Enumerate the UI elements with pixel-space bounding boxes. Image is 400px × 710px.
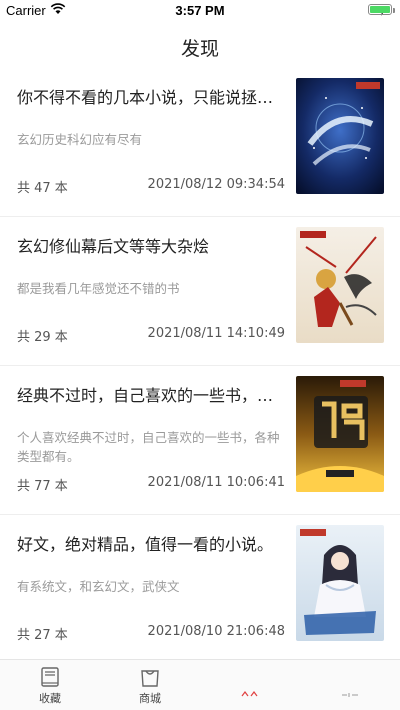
item-date: 2021/08/10 21:06:48 <box>147 624 285 639</box>
item-title: 你不得不看的几本小说，只能说拯救… <box>17 88 287 107</box>
item-description: 玄幻历史科幻应有尽有 <box>17 132 143 147</box>
item-description: 都是我看几年感觉还不错的书 <box>17 281 180 296</box>
item-title: 经典不过时，自己喜欢的一些书，各… <box>17 386 287 405</box>
item-date: 2021/08/11 14:10:49 <box>147 326 285 341</box>
collection-list: 你不得不看的几本小说，只能说拯救… 玄幻历史科幻应有尽有 共 47 本 2021… <box>0 68 400 664</box>
list-item[interactable]: 你不得不看的几本小说，只能说拯救… 玄幻历史科幻应有尽有 共 47 本 2021… <box>0 68 400 217</box>
tab-label: 收藏 <box>39 692 61 705</box>
list-item[interactable]: 玄幻修仙幕后文等等大杂烩 都是我看几年感觉还不错的书 共 29 本 2021/0… <box>0 217 400 366</box>
item-description: 有系统文，和玄幻文，武侠文 <box>17 579 180 594</box>
item-count: 共 29 本 <box>17 330 68 345</box>
item-title: 好文，绝对精品，值得一看的小说。 <box>17 535 274 554</box>
tab-label: 商城 <box>139 692 161 705</box>
item-count: 共 47 本 <box>17 181 68 196</box>
tab-label-faint <box>315 690 385 698</box>
tab-discover[interactable] <box>215 666 285 700</box>
clock: 3:57 PM <box>175 3 225 18</box>
page-title: 发现 <box>180 38 219 60</box>
tab-profile[interactable] <box>315 666 385 700</box>
battery-icon <box>368 4 392 15</box>
profile-icon <box>315 666 385 688</box>
item-date: 2021/08/12 09:34:54 <box>147 177 285 192</box>
list-item[interactable]: 好文，绝对精品，值得一看的小说。 有系统文，和玄幻文，武侠文 共 27 本 20… <box>0 515 400 664</box>
item-count: 共 27 本 <box>17 628 68 643</box>
tab-bar: 收藏 商城 <box>0 659 400 710</box>
battery-tip <box>393 8 395 13</box>
book-cover-image <box>296 525 384 641</box>
tab-favorites[interactable]: 收藏 <box>15 666 85 706</box>
item-title: 玄幻修仙幕后文等等大杂烩 <box>17 237 210 256</box>
book-icon <box>15 666 85 688</box>
discover-icon <box>215 666 285 688</box>
item-date: 2021/08/11 10:06:41 <box>147 475 285 490</box>
tab-label-faint <box>215 690 285 698</box>
tab-store[interactable]: 商城 <box>115 666 185 706</box>
list-item[interactable]: 经典不过时，自己喜欢的一些书，各… 个人喜欢经典不过时，自己喜欢的一些书，各种类… <box>0 366 400 515</box>
book-cover-image <box>296 227 384 343</box>
book-cover-image <box>296 376 384 492</box>
item-count: 共 77 本 <box>17 479 68 494</box>
book-cover-image <box>296 78 384 194</box>
bag-icon <box>115 666 185 688</box>
item-description: 个人喜欢经典不过时，自己喜欢的一些书，各种类型都有。 <box>17 430 280 464</box>
status-bar: Carrier 3:57 PM <box>0 0 400 20</box>
